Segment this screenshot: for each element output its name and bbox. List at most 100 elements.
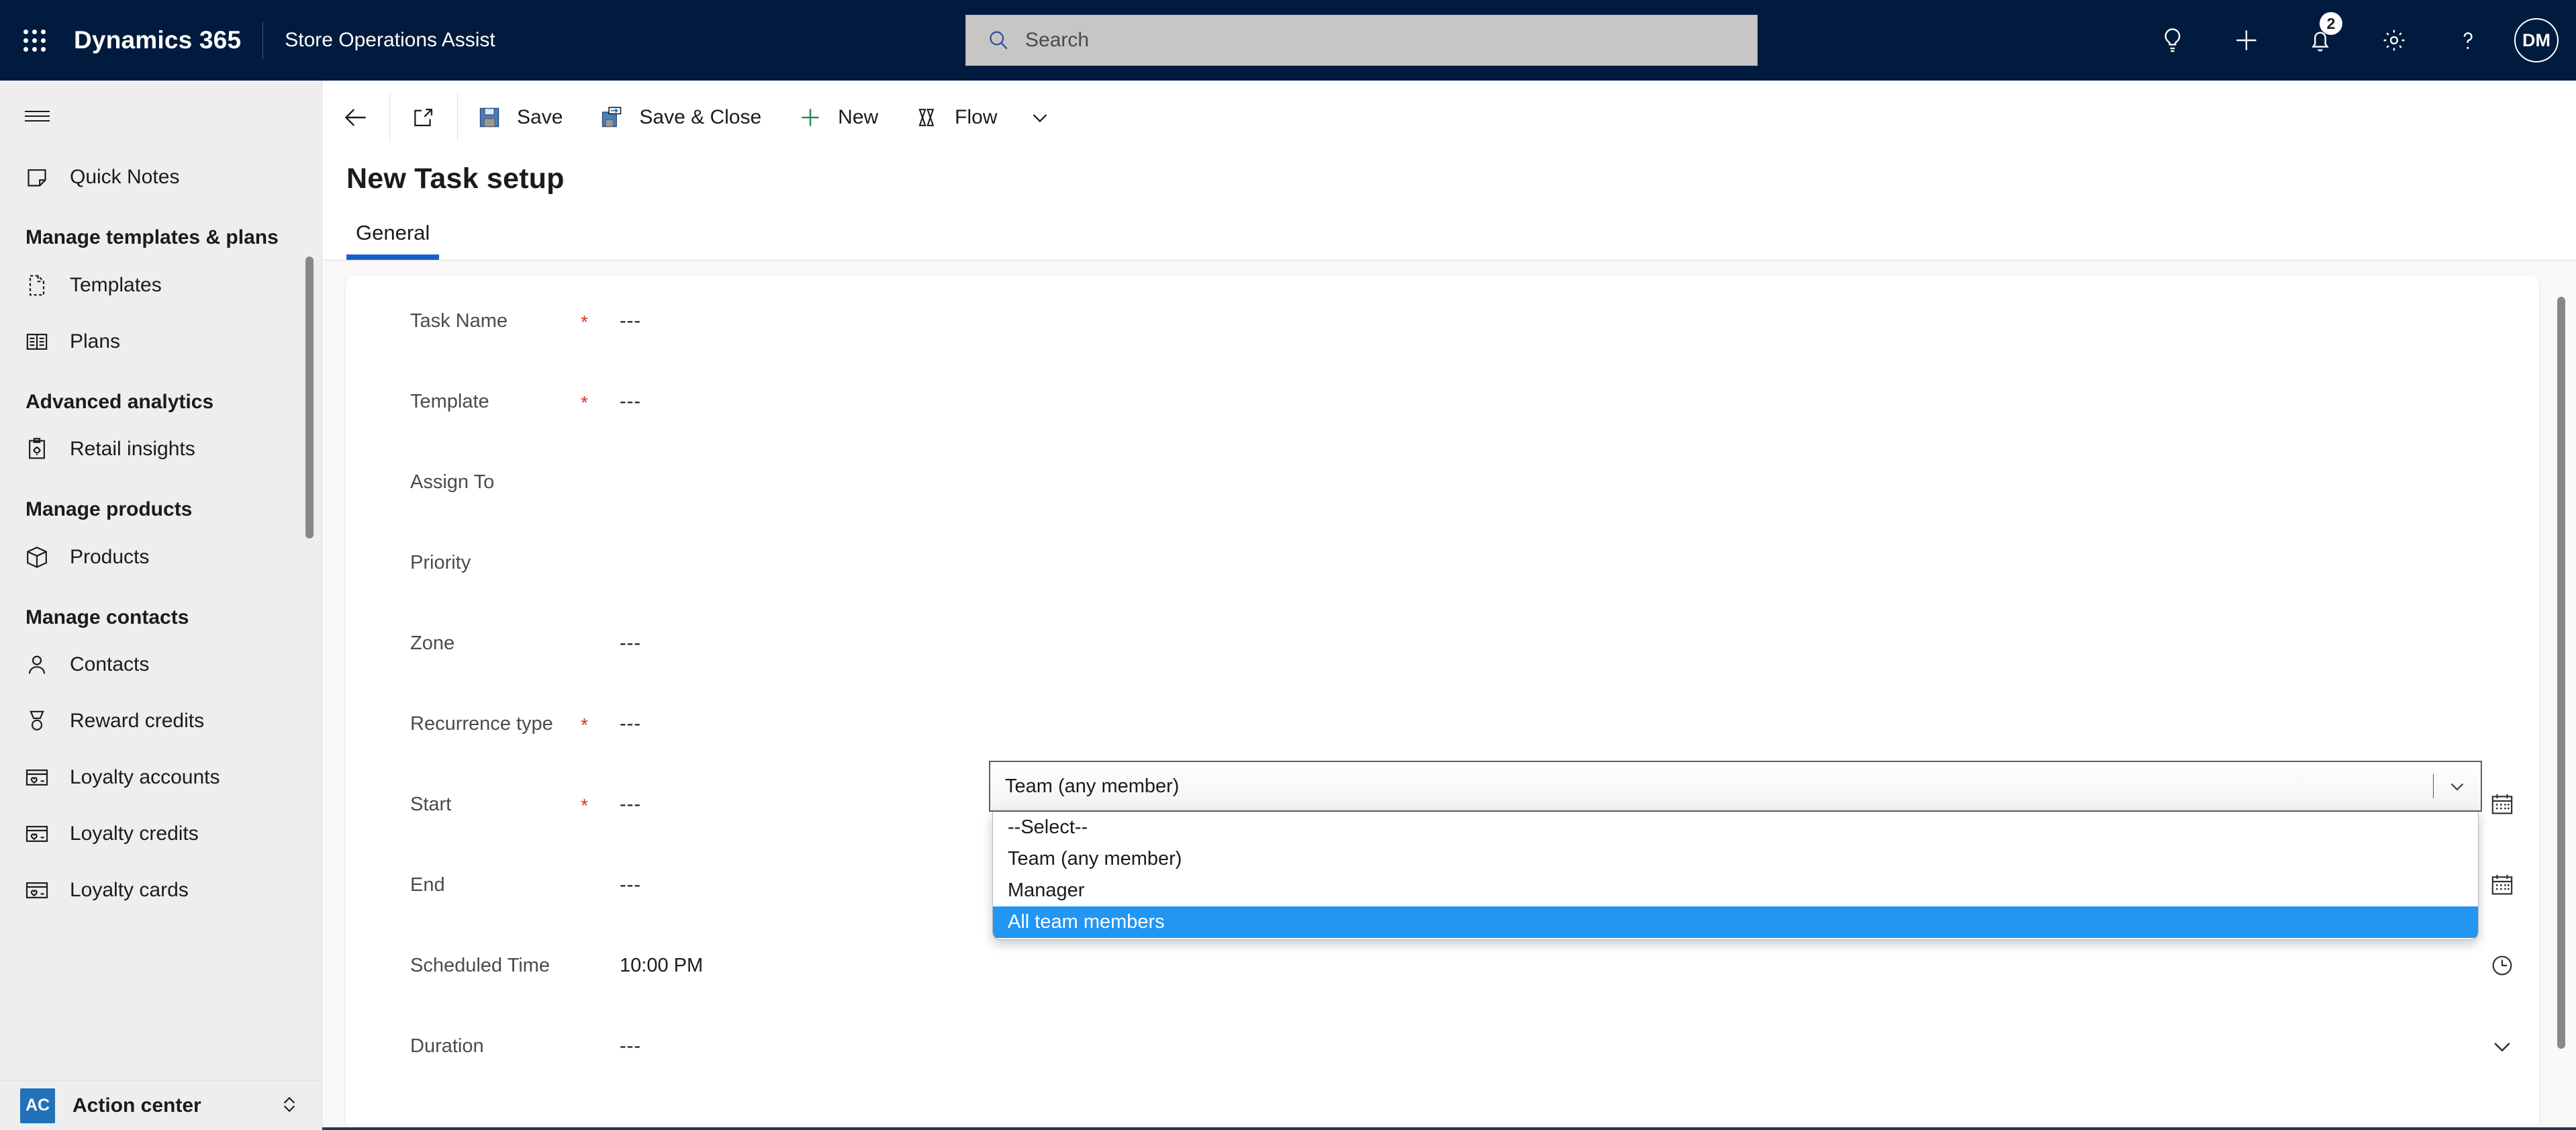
- plus-icon: [796, 103, 824, 132]
- action-center[interactable]: AC Action center: [0, 1080, 322, 1130]
- sidebar-item-plans[interactable]: Plans: [0, 314, 322, 370]
- sidebar-scrollbar[interactable]: [305, 256, 314, 538]
- option-select[interactable]: --Select--: [993, 812, 2478, 843]
- option-manager[interactable]: Manager: [993, 875, 2478, 906]
- sidebar-item-loyalty-cards[interactable]: Loyalty cards: [0, 862, 322, 919]
- sidebar-item-retail-insights[interactable]: Retail insights: [0, 421, 322, 477]
- chevron-down-icon[interactable]: [2434, 775, 2481, 798]
- save-icon: [475, 103, 504, 132]
- sidebar-item-templates[interactable]: Templates: [0, 257, 322, 314]
- chevron-down-icon[interactable]: [2465, 1033, 2539, 1060]
- save-button[interactable]: Save: [458, 81, 580, 154]
- app-name[interactable]: Store Operations Assist: [285, 29, 495, 52]
- assign-to-dropdown-container: Team (any member) --Select-- Team (any m…: [989, 761, 2482, 940]
- required-asterisk: *: [581, 312, 588, 332]
- field-value[interactable]: ---: [613, 310, 2465, 332]
- sidebar-item-label: Quick Notes: [70, 166, 180, 188]
- brand-title[interactable]: Dynamics 365: [74, 26, 241, 54]
- sidebar-item-label: Reward credits: [70, 710, 205, 733]
- sidebar-item-products[interactable]: Products: [0, 529, 322, 585]
- field-value[interactable]: ---: [613, 391, 2465, 413]
- search-container: Search: [965, 15, 1758, 66]
- field-label: Task Name: [410, 310, 508, 332]
- form-card: Task Name * --- Template * --- Assign To: [346, 275, 2539, 1130]
- required-placeholder: [581, 561, 613, 564]
- command-bar: Save Save & Close New Flow: [322, 81, 2576, 154]
- sidebar-item-label: Loyalty accounts: [70, 766, 220, 789]
- sidebar-item-label: Contacts: [70, 653, 150, 676]
- sidebar-item-quick-notes[interactable]: Quick Notes: [0, 149, 322, 205]
- assign-to-select[interactable]: Team (any member): [989, 761, 2482, 812]
- box-icon: [23, 543, 51, 571]
- save-label: Save: [517, 106, 563, 128]
- gear-icon[interactable]: [2357, 0, 2431, 81]
- back-arrow-icon[interactable]: [322, 81, 389, 154]
- tab-general[interactable]: General: [346, 221, 440, 260]
- search-input[interactable]: Search: [965, 15, 1758, 66]
- new-button[interactable]: New: [779, 81, 896, 154]
- sidebar-item-contacts[interactable]: Contacts: [0, 637, 322, 693]
- sidebar-item-label: Retail insights: [70, 438, 195, 461]
- search-placeholder: Search: [1025, 29, 1090, 51]
- bell-icon[interactable]: 2: [2283, 0, 2357, 81]
- question-icon[interactable]: [2431, 0, 2505, 81]
- avatar[interactable]: DM: [2514, 18, 2559, 62]
- required-placeholder: [581, 964, 613, 967]
- sidebar-item-loyalty-accounts[interactable]: Loyalty accounts: [0, 749, 322, 806]
- assign-to-options-list: --Select-- Team (any member) Manager All…: [992, 812, 2479, 940]
- app-launcher-icon[interactable]: [13, 19, 55, 61]
- app-header: Dynamics 365 Store Operations Assist Sea…: [0, 0, 2576, 81]
- sidebar-item-reward-credits[interactable]: Reward credits: [0, 693, 322, 749]
- required-asterisk: *: [581, 714, 588, 735]
- sidebar-item-label: Loyalty cards: [70, 879, 189, 902]
- main-scrollbar[interactable]: [2557, 297, 2565, 1049]
- field-value[interactable]: ---: [613, 713, 2465, 735]
- sidebar-item-loyalty-credits[interactable]: Loyalty credits: [0, 806, 322, 862]
- form-body: Task Name * --- Template * --- Assign To: [322, 261, 2576, 1130]
- flow-icon: [913, 103, 941, 132]
- save-and-close-button[interactable]: Save & Close: [580, 81, 779, 154]
- sidebar-group-manage-contacts: Manage contacts: [26, 606, 189, 628]
- field-label: Recurrence type: [410, 712, 553, 735]
- chevron-up-down-icon[interactable]: [277, 1092, 304, 1119]
- plus-icon[interactable]: [2209, 0, 2283, 81]
- field-row-assign-to: Assign To: [346, 442, 2539, 522]
- chevron-down-icon[interactable]: [1015, 81, 1065, 154]
- sidebar-item-label: Products: [70, 545, 150, 568]
- form-header: New Task setup General: [322, 154, 2576, 260]
- search-icon: [986, 28, 1010, 52]
- main-content: Save Save & Close New Flow New Task setu…: [322, 81, 2576, 1130]
- option-all-team-members[interactable]: All team members: [993, 906, 2478, 938]
- lightbulb-icon[interactable]: [2136, 0, 2209, 81]
- app-root: Dynamics 365 Store Operations Assist Sea…: [0, 0, 2576, 1130]
- pop-out-icon[interactable]: [390, 81, 457, 154]
- clock-icon[interactable]: [2465, 952, 2539, 979]
- card-heart-icon: [23, 763, 51, 792]
- save-close-icon: [598, 103, 626, 132]
- app-body: Quick Notes Manage templates & plans Tem…: [0, 81, 2576, 1130]
- card-heart-icon: [23, 820, 51, 848]
- sidebar-item-label: Templates: [70, 273, 162, 296]
- field-value[interactable]: ---: [613, 1035, 2465, 1057]
- field-row-duration: Duration ---: [346, 1006, 2539, 1086]
- sidebar-item-label: Plans: [70, 330, 121, 352]
- sidebar-group-manage-products: Manage products: [26, 498, 193, 521]
- hamburger-icon[interactable]: [0, 83, 74, 149]
- option-team-any-member[interactable]: Team (any member): [993, 843, 2478, 875]
- sidebar-group-templates-plans: Manage templates & plans: [26, 226, 279, 248]
- document-icon: [23, 271, 51, 299]
- field-value[interactable]: ---: [613, 632, 2465, 655]
- field-row-zone: Zone ---: [346, 603, 2539, 684]
- sidebar-group-advanced-analytics: Advanced analytics: [26, 390, 214, 413]
- form-tabs: General: [346, 221, 2576, 260]
- sidebar: Quick Notes Manage templates & plans Tem…: [0, 81, 322, 1130]
- flow-button[interactable]: Flow: [896, 81, 1014, 154]
- field-label: Template: [410, 390, 489, 412]
- field-value[interactable]: 10:00 PM: [613, 955, 2465, 977]
- flow-label: Flow: [955, 106, 998, 128]
- save-and-close-label: Save & Close: [639, 106, 762, 128]
- clipboard-gear-icon: [23, 435, 51, 463]
- required-placeholder: [581, 884, 613, 886]
- required-placeholder: [581, 642, 613, 645]
- person-icon: [23, 651, 51, 679]
